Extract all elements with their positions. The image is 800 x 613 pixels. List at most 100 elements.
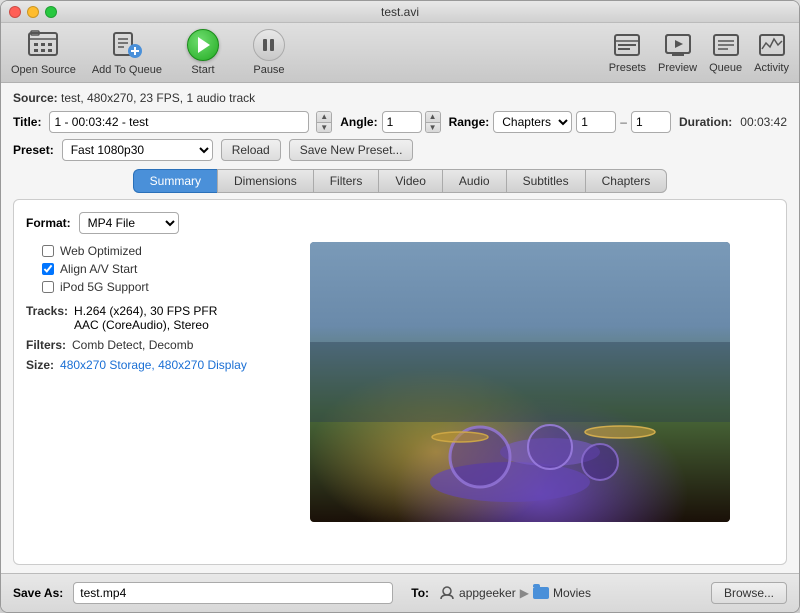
- source-value: test, 480x270, 23 FPS, 1 audio track: [61, 91, 255, 105]
- range-select[interactable]: Chapters Seconds Frames: [493, 111, 572, 133]
- path-user: appgeeker: [459, 586, 516, 600]
- preset-label: Preset:: [13, 143, 54, 157]
- angle-spinner-down[interactable]: ▼: [426, 123, 440, 133]
- pause-icon: [253, 29, 285, 61]
- title-input[interactable]: [49, 111, 309, 133]
- ipod-checkbox[interactable]: [42, 281, 54, 293]
- filters-line: Filters: Comb Detect, Decomb: [26, 338, 266, 352]
- activity-icon: [758, 31, 786, 59]
- align-av-row[interactable]: Align A/V Start: [42, 262, 266, 276]
- range-group: Range: Chapters Seconds Frames –: [449, 111, 671, 133]
- tab-audio[interactable]: Audio: [442, 169, 506, 193]
- ipod-row[interactable]: iPod 5G Support: [42, 280, 266, 294]
- ipod-label: iPod 5G Support: [60, 280, 149, 294]
- toolbar: Open Source Add To Queue Start: [1, 23, 799, 83]
- checkboxes: Web Optimized Align A/V Start iPod 5G Su…: [42, 244, 266, 294]
- duration-label: Duration:: [679, 115, 732, 129]
- format-label: Format:: [26, 216, 71, 230]
- title-label: Title:: [13, 115, 41, 129]
- save-new-preset-button[interactable]: Save New Preset...: [289, 139, 414, 161]
- preview-label: Preview: [658, 62, 697, 74]
- presets-icon: [613, 31, 641, 59]
- minimize-button[interactable]: [27, 6, 39, 18]
- size-line: Size: 480x270 Storage, 480x270 Display: [26, 358, 266, 372]
- web-optimized-checkbox[interactable]: [42, 245, 54, 257]
- save-as-input[interactable]: [73, 582, 393, 604]
- angle-label: Angle:: [340, 115, 377, 129]
- settings-left: Format: MP4 File MKV File WebM File Web …: [26, 212, 266, 552]
- preview-icon: [664, 31, 692, 59]
- pause-button[interactable]: Pause: [244, 29, 294, 76]
- web-optimized-label: Web Optimized: [60, 244, 142, 258]
- titlebar: test.avi: [1, 1, 799, 23]
- browse-button[interactable]: Browse...: [711, 582, 787, 604]
- tracks-line: Tracks: H.264 (x264), 30 FPS PFR AAC (Co…: [26, 304, 266, 332]
- format-row: Format: MP4 File MKV File WebM File: [26, 212, 266, 234]
- angle-spinner-up[interactable]: ▲: [426, 112, 440, 123]
- angle-input[interactable]: [382, 111, 422, 133]
- source-info: Source: test, 480x270, 23 FPS, 1 audio t…: [13, 91, 787, 105]
- open-source-icon: [27, 29, 59, 61]
- size-label: Size:: [26, 358, 54, 372]
- preset-select[interactable]: Fast 1080p30 Fast 720p30 HQ 1080p30 Surr…: [62, 139, 213, 161]
- web-optimized-row[interactable]: Web Optimized: [42, 244, 266, 258]
- title-spinner[interactable]: ▲ ▼: [316, 111, 332, 133]
- align-av-checkbox[interactable]: [42, 263, 54, 275]
- preset-row: Preset: Fast 1080p30 Fast 720p30 HQ 1080…: [13, 139, 787, 161]
- range-label: Range:: [449, 115, 490, 129]
- path-separator: ▶: [520, 586, 529, 600]
- filters-value: Comb Detect, Decomb: [72, 338, 193, 352]
- presets-label: Presets: [609, 62, 646, 74]
- tab-chapters[interactable]: Chapters: [585, 169, 668, 193]
- folder-icon: [533, 587, 549, 599]
- tab-video[interactable]: Video: [378, 169, 441, 193]
- pause-label: Pause: [253, 64, 284, 76]
- range-from-input[interactable]: [576, 111, 616, 133]
- open-source-button[interactable]: Open Source: [11, 29, 76, 76]
- main-panel: Format: MP4 File MKV File WebM File Web …: [13, 199, 787, 565]
- title-spinner-down[interactable]: ▼: [317, 123, 331, 133]
- preview-button[interactable]: Preview: [658, 31, 697, 74]
- toolbar-right: Presets Preview: [609, 31, 789, 74]
- save-as-label: Save As:: [13, 586, 63, 600]
- tracks-line2: AAC (CoreAudio), Stereo: [74, 318, 217, 332]
- size-value[interactable]: 480x270 Storage, 480x270 Display: [60, 358, 247, 372]
- preview-image: [310, 242, 730, 522]
- add-to-queue-icon: [111, 29, 143, 61]
- range-to-input[interactable]: [631, 111, 671, 133]
- presets-button[interactable]: Presets: [609, 31, 646, 74]
- queue-label: Queue: [709, 62, 742, 74]
- activity-label: Activity: [754, 62, 789, 74]
- path-folder: Movies: [553, 586, 591, 600]
- info-block: Tracks: H.264 (x264), 30 FPS PFR AAC (Co…: [26, 304, 266, 372]
- preview-area: [266, 212, 774, 552]
- title-row: Title: ▲ ▼ Angle: ▲ ▼ Range: Chapters Se…: [13, 111, 787, 133]
- format-select[interactable]: MP4 File MKV File WebM File: [79, 212, 179, 234]
- start-button[interactable]: Start: [178, 29, 228, 76]
- reload-button[interactable]: Reload: [221, 139, 281, 161]
- open-source-label: Open Source: [11, 64, 76, 76]
- queue-icon: [712, 31, 740, 59]
- start-icon: [187, 29, 219, 61]
- activity-button[interactable]: Activity: [754, 31, 789, 74]
- tab-subtitles[interactable]: Subtitles: [506, 169, 585, 193]
- tab-filters[interactable]: Filters: [313, 169, 379, 193]
- tab-dimensions[interactable]: Dimensions: [217, 169, 313, 193]
- window-title: test.avi: [381, 5, 419, 19]
- align-av-label: Align A/V Start: [60, 262, 137, 276]
- angle-spinner[interactable]: ▲ ▼: [425, 111, 441, 133]
- add-to-queue-label: Add To Queue: [92, 64, 162, 76]
- tab-summary[interactable]: Summary: [133, 169, 217, 193]
- add-to-queue-button[interactable]: Add To Queue: [92, 29, 162, 76]
- angle-group: Angle: ▲ ▼: [340, 111, 440, 133]
- tracks-line1: H.264 (x264), 30 FPS PFR: [74, 304, 217, 318]
- close-button[interactable]: [9, 6, 21, 18]
- tab-bar: Summary Dimensions Filters Video Audio S…: [13, 169, 787, 193]
- to-label: To:: [411, 586, 429, 600]
- bottom-bar: Save As: To: appgeeker ▶ Movies Browse..…: [1, 573, 799, 612]
- range-dash: –: [620, 115, 627, 129]
- maximize-button[interactable]: [45, 6, 57, 18]
- title-spinner-up[interactable]: ▲: [317, 112, 331, 123]
- start-label: Start: [191, 64, 214, 76]
- queue-button[interactable]: Queue: [709, 31, 742, 74]
